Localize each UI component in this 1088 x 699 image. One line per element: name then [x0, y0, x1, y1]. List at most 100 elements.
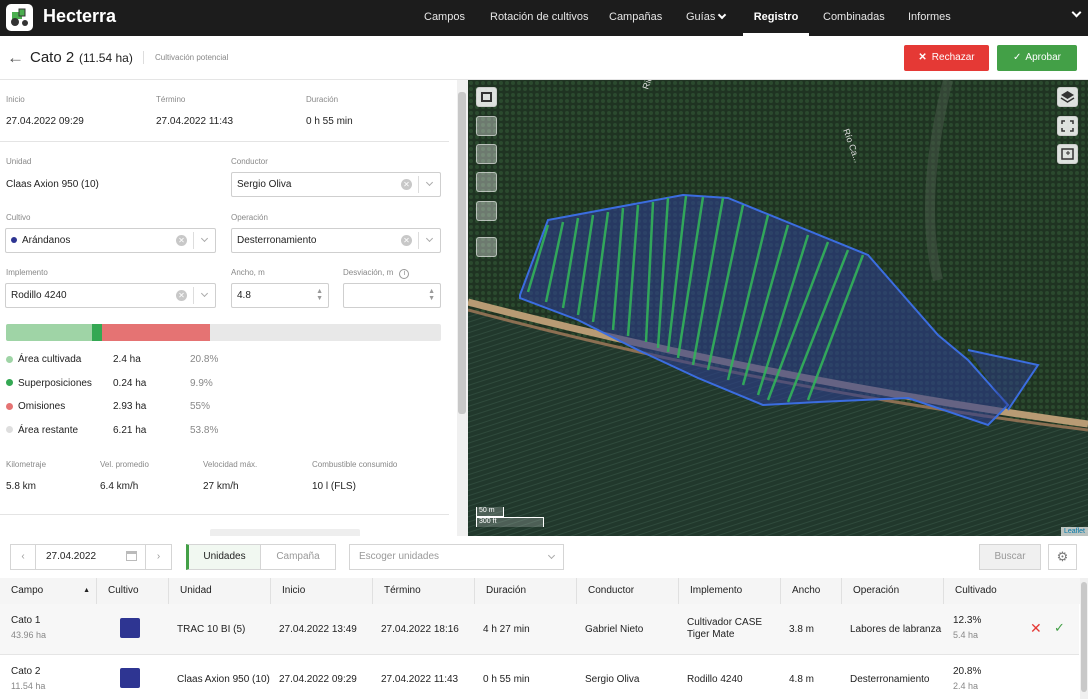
legend-value: 2.93 ha [113, 401, 147, 412]
unit-label: Unidad [6, 157, 32, 166]
legend-value: 6.21 ha [113, 424, 147, 436]
col-implemento[interactable]: Implemento [679, 578, 781, 604]
mileage-value: 5.8 km [6, 481, 37, 492]
table-row[interactable]: Cato 2 11.54 ha Claas Axion 950 (10) 27.… [0, 656, 1079, 699]
reject-row-icon[interactable]: ✕ [1030, 620, 1042, 637]
legend-value: 0.24 ha [113, 377, 147, 389]
field-area: (11.54 ha) [79, 51, 133, 65]
nav-informes[interactable]: Informes [908, 0, 951, 36]
select-divider [193, 287, 194, 304]
approve-row-icon[interactable]: ✓ [1054, 620, 1065, 636]
legend-item: Área restante 6.21 ha 53.8% [6, 425, 306, 449]
legend-pct: 55% [190, 401, 211, 412]
chevron-down-icon [425, 178, 434, 187]
end-label: Término [156, 95, 186, 104]
nav-guias[interactable]: Guías [686, 0, 715, 36]
save-icon[interactable] [476, 144, 497, 164]
top-navbar: Hecterra Campos Rotación de cultivos Cam… [0, 0, 1088, 36]
clear-icon[interactable]: ✕ [176, 290, 187, 301]
row-cultivated-pct: 20.8% [953, 666, 982, 677]
col-ancho[interactable]: Ancho [781, 578, 842, 604]
table-scrollbar[interactable] [1080, 578, 1088, 699]
col-duracion[interactable]: Duración [475, 578, 577, 604]
col-unidad[interactable]: Unidad [169, 578, 271, 604]
sort-icon[interactable]: ▲ [83, 578, 90, 604]
table-row[interactable]: Cato 1 43.96 ha TRAC 10 BI (5) 27.04.202… [0, 604, 1079, 655]
legend-label: Superposiciones [18, 377, 92, 389]
clear-icon[interactable]: ✕ [401, 179, 412, 190]
layers-icon[interactable] [1057, 87, 1078, 107]
layer-toggle-icon[interactable] [476, 87, 497, 107]
chevron-down-icon [200, 289, 209, 298]
image-add-icon[interactable] [1057, 144, 1078, 164]
row-duration: 0 h 55 min [483, 674, 530, 685]
approve-button[interactable]: ✓ Aprobar [997, 45, 1077, 71]
nav-rotacion[interactable]: Rotación de cultivos [490, 0, 588, 36]
speedometer-icon[interactable] [476, 201, 497, 221]
legend-pct: 20.8% [190, 354, 219, 365]
stepper-icon[interactable]: ▲ ▼ [316, 288, 323, 302]
tractor-logo-icon[interactable] [6, 4, 33, 31]
coverage-segment [92, 324, 102, 341]
clear-icon[interactable]: ✕ [401, 235, 412, 246]
info-icon[interactable]: i [399, 269, 410, 279]
col-termino[interactable]: Término [373, 578, 475, 604]
page-subtitle: Cultivación potencial [143, 51, 228, 64]
row-width: 3.8 m [789, 624, 815, 635]
date-input[interactable]: 27.04.2022 [35, 544, 146, 570]
nav-campanas[interactable]: Campañas [609, 0, 662, 36]
gear-icon[interactable]: ⚙ [1048, 544, 1077, 570]
col-conductor[interactable]: Conductor [577, 578, 679, 604]
col-operacion[interactable]: Operación [842, 578, 944, 604]
implement-select[interactable]: Rodillo 4240 ✕ [5, 283, 216, 308]
date-prev-button[interactable]: ‹ [10, 544, 36, 570]
calendar-icon[interactable] [126, 551, 137, 561]
col-inicio[interactable]: Inicio [271, 578, 373, 604]
tab-unidades[interactable]: Unidades [186, 544, 261, 570]
operation-select[interactable]: Desterronamiento ✕ [231, 228, 441, 253]
nav-registro[interactable]: Registro [743, 0, 809, 36]
row-driver: Gabriel Nieto [585, 624, 644, 635]
clear-icon[interactable]: ✕ [176, 235, 187, 246]
grid-icon[interactable] [476, 172, 497, 192]
legend-label: Área restante [18, 424, 79, 436]
map-attribution[interactable]: Leaflet [1060, 527, 1088, 536]
back-arrow-icon[interactable]: ← [7, 48, 24, 68]
check-icon: ✓ [1013, 52, 1022, 63]
stepper-icon[interactable]: ▲ ▼ [428, 288, 435, 302]
date-next-button[interactable]: › [145, 544, 172, 570]
coverage-bar [6, 324, 441, 341]
row-end: 27.04.2022 11:43 [381, 674, 459, 685]
col-cultivo[interactable]: Cultivo [97, 578, 169, 604]
map-view[interactable]: Rio Río Ca... 50 m 300 ft Leaflet [468, 80, 1088, 536]
chevron-down-icon [425, 234, 434, 243]
ruler-icon[interactable] [476, 237, 497, 257]
reject-button[interactable]: ✕ Rechazar [904, 45, 989, 71]
driver-select[interactable]: Sergio Oliva ✕ [231, 172, 441, 197]
legend-pct: 53.8% [190, 424, 219, 436]
row-operation: Desterronamiento [850, 674, 930, 685]
col-cultivado[interactable]: Cultivado [944, 578, 1080, 604]
crop-select[interactable]: Arándanos ✕ [5, 228, 216, 253]
records-table: Campo ▲ Cultivo Unidad Inicio Término Dur… [0, 578, 1088, 699]
panel-scrollbar-thumb[interactable] [458, 92, 466, 414]
unit-value: Claas Axion 950 (10) [6, 179, 99, 190]
nav-campos[interactable]: Campos [424, 0, 465, 36]
row-driver: Sergio Oliva [585, 674, 640, 685]
operation-value: Desterronamiento [237, 235, 317, 246]
row-cultivated-ha: 2.4 ha [953, 681, 979, 691]
deviation-input[interactable]: ▲ ▼ [343, 283, 441, 308]
deviation-label: Desviación, m i [343, 268, 410, 279]
tab-campana[interactable]: Campaña [260, 544, 336, 570]
width-input[interactable]: 4.8 ▲ ▼ [231, 283, 329, 308]
edit-icon[interactable] [476, 116, 497, 136]
legend-dot [6, 402, 13, 410]
coverage-legend: Área cultivada 2.4 ha 20.8% Superposiciones… [6, 354, 306, 448]
account-chevron-icon[interactable] [1071, 7, 1082, 18]
units-select[interactable]: Escoger unidades [349, 544, 564, 570]
col-campo[interactable]: Campo ▲ [0, 578, 97, 604]
nav-combinadas[interactable]: Combinadas [823, 0, 885, 36]
duration-label: Duración [306, 95, 339, 104]
search-button[interactable]: Buscar [979, 544, 1041, 570]
fullscreen-icon[interactable] [1057, 116, 1078, 136]
